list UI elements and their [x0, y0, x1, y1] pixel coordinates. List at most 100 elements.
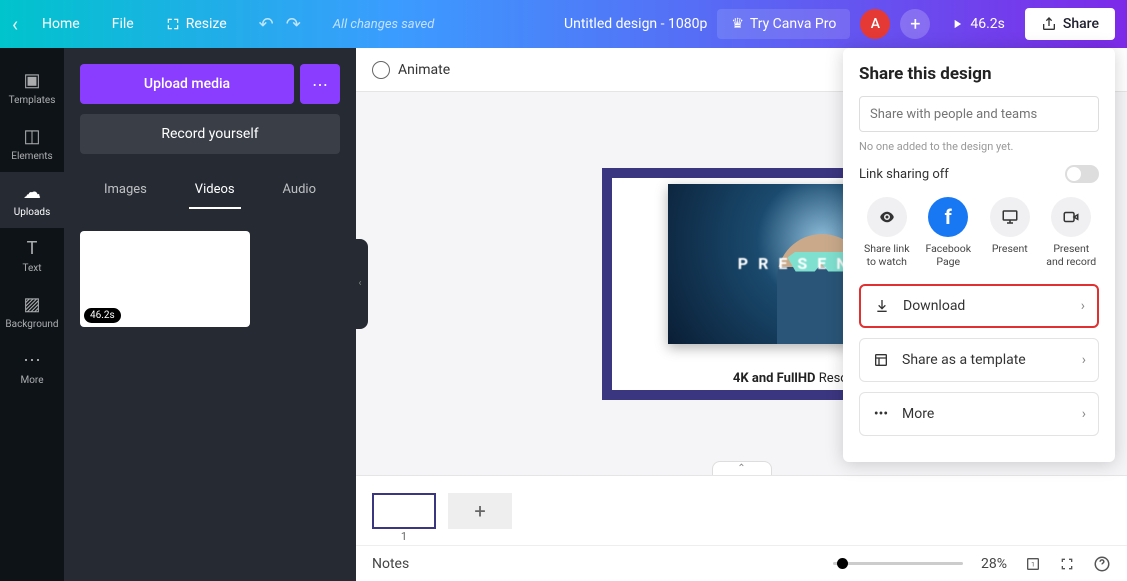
timeline-expand-handle[interactable]: ⌃: [712, 461, 772, 475]
crown-icon: ♛: [731, 16, 744, 32]
tab-images[interactable]: Images: [98, 172, 153, 209]
thumbnail-duration: 46.2s: [84, 308, 121, 323]
template-icon: [872, 352, 890, 368]
file-button[interactable]: File: [104, 10, 142, 38]
document-title[interactable]: Untitled design - 1080p: [564, 16, 707, 32]
top-left-group: ‹ Home File Resize ↶ ↷ All changes saved: [12, 10, 434, 38]
top-bar: ‹ Home File Resize ↶ ↷ All changes saved…: [0, 0, 1127, 48]
plus-icon: +: [910, 14, 920, 35]
dots-icon: •••: [872, 406, 890, 422]
undo-redo-group: ↶ ↷: [259, 14, 301, 35]
uploads-icon: ☁: [23, 182, 41, 203]
share-more-label: More: [902, 406, 934, 422]
share-opt-watch-label: Share link to watch: [859, 243, 915, 268]
notes-button[interactable]: Notes: [372, 556, 409, 572]
share-opt-facebook[interactable]: f Facebook Page: [921, 197, 977, 268]
play-icon: [950, 17, 964, 31]
share-icon: [1041, 16, 1057, 32]
play-preview-button[interactable]: 46.2s: [940, 10, 1015, 38]
share-opt-present-label: Present: [992, 243, 1028, 256]
avatar-letter: A: [871, 16, 880, 32]
resize-button[interactable]: Resize: [158, 10, 235, 38]
panel-collapse-handle[interactable]: ‹: [356, 239, 368, 329]
rail-text[interactable]: TText: [0, 228, 64, 284]
resolution-bold: 4K and FullHD: [733, 371, 816, 386]
link-sharing-label: Link sharing off: [859, 167, 949, 182]
page-thumbnail-1[interactable]: [372, 493, 436, 529]
add-page-button[interactable]: +: [448, 493, 512, 529]
zoom-handle[interactable]: [837, 558, 848, 569]
rail-templates[interactable]: ▣ Templates: [0, 60, 64, 116]
rail-elements[interactable]: ◫ Elements: [0, 116, 64, 172]
chevron-right-icon: ›: [1082, 406, 1086, 422]
page-strip: +: [356, 475, 1127, 545]
rail-templates-label: Templates: [9, 95, 56, 106]
facebook-icon: f: [945, 205, 952, 229]
file-label: File: [112, 16, 134, 32]
upload-more-button[interactable]: ⋯: [300, 64, 340, 104]
saved-status: All changes saved: [333, 17, 434, 32]
grid-view-icon[interactable]: 1: [1025, 556, 1041, 572]
try-pro-label: Try Canva Pro: [750, 16, 836, 32]
tab-videos[interactable]: Videos: [189, 172, 241, 209]
share-popover-title: Share this design: [859, 64, 1099, 84]
share-opt-watch[interactable]: Share link to watch: [859, 197, 915, 268]
rail-text-label: Text: [22, 263, 41, 274]
tab-audio[interactable]: Audio: [277, 172, 322, 209]
rail-more[interactable]: ⋯More: [0, 340, 64, 396]
home-button[interactable]: Home: [34, 10, 88, 38]
present-icon: [1001, 208, 1019, 226]
resize-label: Resize: [186, 16, 227, 32]
status-bar: Notes 28% 1: [356, 545, 1127, 581]
avatar[interactable]: A: [860, 9, 890, 39]
share-opt-record[interactable]: Present and record: [1044, 197, 1100, 268]
share-opt-present[interactable]: Present: [982, 197, 1038, 268]
rail-elements-label: Elements: [11, 151, 52, 162]
upload-row: Upload media ⋯: [80, 64, 340, 104]
share-template-label: Share as a template: [902, 352, 1026, 368]
undo-icon[interactable]: ↶: [259, 14, 274, 35]
try-pro-button[interactable]: ♛ Try Canva Pro: [717, 9, 850, 39]
share-opt-fb-label: Facebook Page: [921, 243, 977, 268]
record-label: Record yourself: [161, 126, 258, 142]
add-user-button[interactable]: +: [900, 9, 930, 39]
video-thumbnail[interactable]: 46.2s: [80, 231, 250, 327]
upload-tabs: Images Videos Audio: [80, 172, 340, 209]
svg-text:1: 1: [1031, 560, 1035, 568]
zoom-value[interactable]: 28%: [981, 556, 1007, 572]
animate-button[interactable]: Animate: [372, 61, 450, 79]
share-template-row[interactable]: Share as a template ›: [859, 338, 1099, 382]
share-people-input[interactable]: [859, 96, 1099, 132]
zoom-slider[interactable]: [833, 562, 963, 565]
eye-icon: [878, 208, 896, 226]
share-button[interactable]: Share: [1025, 8, 1115, 40]
upload-media-button[interactable]: Upload media: [80, 64, 294, 104]
download-row[interactable]: Download ›: [859, 284, 1099, 328]
record-yourself-button[interactable]: Record yourself: [80, 114, 340, 154]
share-popover: Share this design No one added to the de…: [843, 48, 1115, 462]
dots-icon: ⋯: [312, 75, 328, 94]
share-label: Share: [1063, 16, 1099, 32]
back-icon[interactable]: ‹: [12, 12, 18, 36]
share-opt-record-label: Present and record: [1044, 243, 1100, 268]
status-right: 28% 1: [833, 555, 1111, 573]
help-icon[interactable]: [1093, 555, 1111, 573]
top-right-group: Untitled design - 1080p ♛ Try Canva Pro …: [564, 8, 1115, 40]
templates-icon: ▣: [23, 70, 40, 91]
share-more-row[interactable]: ••• More ›: [859, 392, 1099, 436]
plus-icon: +: [474, 499, 485, 523]
share-options-grid: Share link to watch f Facebook Page Pres…: [859, 197, 1099, 268]
rail-background[interactable]: ▨Background: [0, 284, 64, 340]
rail-uploads[interactable]: ☁Uploads: [0, 172, 64, 228]
elements-icon: ◫: [23, 126, 40, 147]
share-hint: No one added to the design yet.: [859, 140, 1099, 153]
record-icon: [1062, 208, 1080, 226]
redo-icon[interactable]: ↷: [286, 14, 301, 35]
fullscreen-icon[interactable]: [1059, 556, 1075, 572]
more-icon: ⋯: [23, 350, 41, 371]
link-sharing-toggle[interactable]: [1065, 165, 1099, 183]
animate-label: Animate: [398, 62, 450, 78]
link-sharing-row: Link sharing off: [859, 165, 1099, 183]
resize-icon: [166, 17, 180, 31]
side-panel: Upload media ⋯ Record yourself Images Vi…: [64, 48, 356, 581]
